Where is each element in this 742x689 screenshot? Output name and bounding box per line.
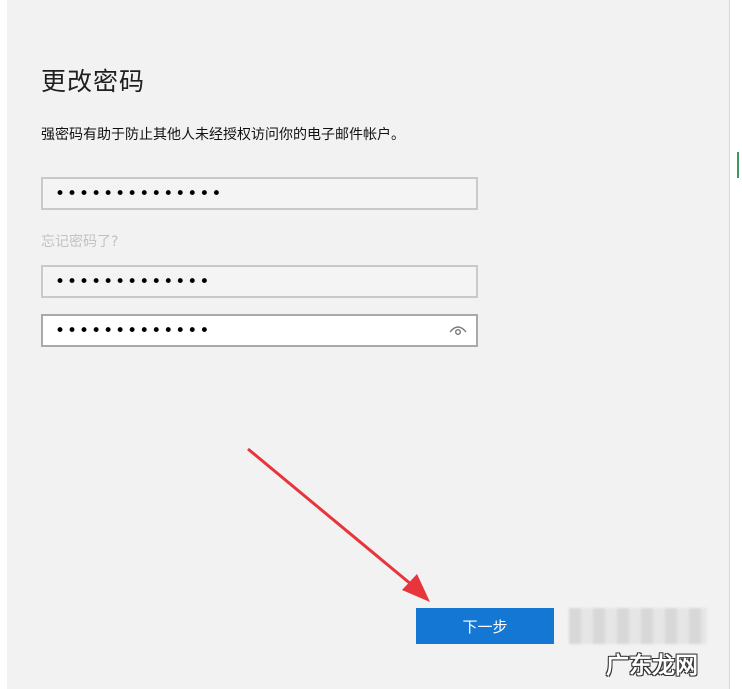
new-password-field[interactable]: ••••••••••••• bbox=[41, 265, 478, 298]
cancel-button[interactable] bbox=[569, 608, 707, 644]
confirm-password-value: ••••••••••••• bbox=[55, 321, 212, 341]
watermark: 广东龙网 bbox=[606, 653, 698, 679]
forgot-password-link[interactable]: 忘记密码了? bbox=[41, 231, 118, 251]
page-title: 更改密码 bbox=[41, 67, 146, 96]
current-password-field[interactable]: •••••••••••••• bbox=[41, 177, 478, 210]
current-password-value: •••••••••••••• bbox=[55, 184, 224, 204]
confirm-password-field[interactable]: ••••••••••••• bbox=[41, 314, 478, 347]
edge-marker bbox=[737, 152, 739, 178]
eye-icon[interactable] bbox=[449, 324, 467, 336]
window-edge bbox=[729, 0, 742, 689]
new-password-value: ••••••••••••• bbox=[55, 272, 212, 292]
change-password-dialog: 更改密码 强密码有助于防止其他人未经授权访问你的电子邮件帐户。 ••••••••… bbox=[7, 0, 729, 689]
next-button[interactable]: 下一步 bbox=[416, 608, 554, 644]
description-text: 强密码有助于防止其他人未经授权访问你的电子邮件帐户。 bbox=[41, 127, 405, 143]
